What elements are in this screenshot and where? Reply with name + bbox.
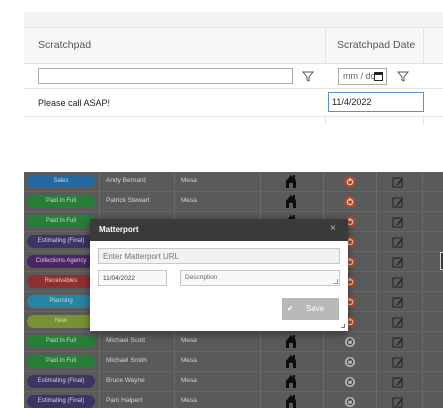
scratchpad-date-cell-editor[interactable]: 11/4/2022 [328, 92, 424, 112]
filter-icon[interactable] [301, 69, 315, 83]
table-row[interactable]: Please call ASAP! 11/4/2022 [24, 89, 443, 117]
dialog-title: Matterport [99, 225, 139, 234]
column-header-scratchpad-date[interactable]: Scratchpad Date [325, 28, 423, 64]
scratchpad-grid: Scratchpad Scratchpad Date mm / dc Pleas… [24, 12, 443, 124]
matterport-dialog: Matterport × Enter Matterport URL 11/04/… [90, 219, 348, 331]
column-header-scratchpad-date-label: Scratchpad Date [337, 39, 416, 51]
description-placeholder: Description [185, 274, 218, 281]
resize-handle-icon[interactable] [333, 279, 338, 284]
check-icon: ✔ [287, 304, 294, 313]
scratchpad-cell: Please call ASAP! [38, 98, 111, 108]
dialog-header: Matterport × [90, 219, 348, 241]
dialog-resize-icon[interactable] [341, 324, 345, 328]
matterport-url-input[interactable]: Enter Matterport URL [98, 248, 340, 264]
filter-icon[interactable] [396, 69, 410, 83]
date-field[interactable]: 11/04/2022 [98, 270, 167, 286]
grid-top-strip [24, 12, 443, 28]
filter-row: mm / dc [24, 64, 443, 89]
date-field-value: 11/04/2022 [103, 275, 136, 282]
save-button-label: Save [306, 304, 325, 313]
date-filter-placeholder: mm / dc [343, 71, 376, 81]
url-placeholder: Enter Matterport URL [103, 252, 180, 261]
scratchpad-date-filter-input[interactable]: mm / dc [338, 68, 387, 85]
column-header-scratchpad-label: Scratchpad [38, 39, 92, 51]
calendar-icon[interactable] [374, 72, 383, 81]
save-button[interactable]: ✔ Save [282, 298, 339, 320]
column-header-extra [423, 28, 443, 64]
close-icon[interactable]: × [330, 223, 336, 234]
description-field[interactable]: Description [180, 270, 340, 286]
scratchpad-filter-input[interactable] [38, 68, 293, 84]
column-header-scratchpad[interactable]: Scratchpad [24, 28, 325, 64]
